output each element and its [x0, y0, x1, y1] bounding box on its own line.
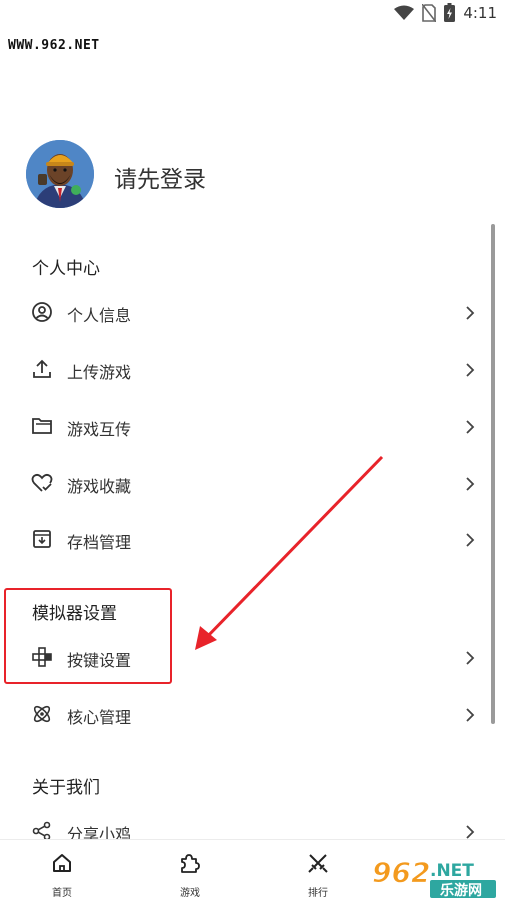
annotation-arrow-icon: [195, 455, 384, 650]
logo-main-text: 962: [372, 856, 430, 889]
logo-sub-text: 乐游网: [440, 882, 482, 899]
nav-tab-label: 游戏: [180, 888, 200, 899]
nav-tab-ranking[interactable]: 排行: [278, 840, 358, 905]
swords-icon: [308, 854, 328, 873]
nav-tab-home[interactable]: 首页: [22, 840, 102, 905]
home-icon: [53, 854, 71, 872]
watermark-logo: 962 .NET 乐游网: [370, 852, 500, 902]
puzzle-icon: [181, 854, 200, 873]
nav-tab-games[interactable]: 游戏: [150, 840, 230, 905]
nav-tab-label: 首页: [52, 888, 72, 899]
logo-suffix-text: .NET: [430, 861, 474, 881]
nav-tab-label: 排行: [308, 888, 328, 899]
